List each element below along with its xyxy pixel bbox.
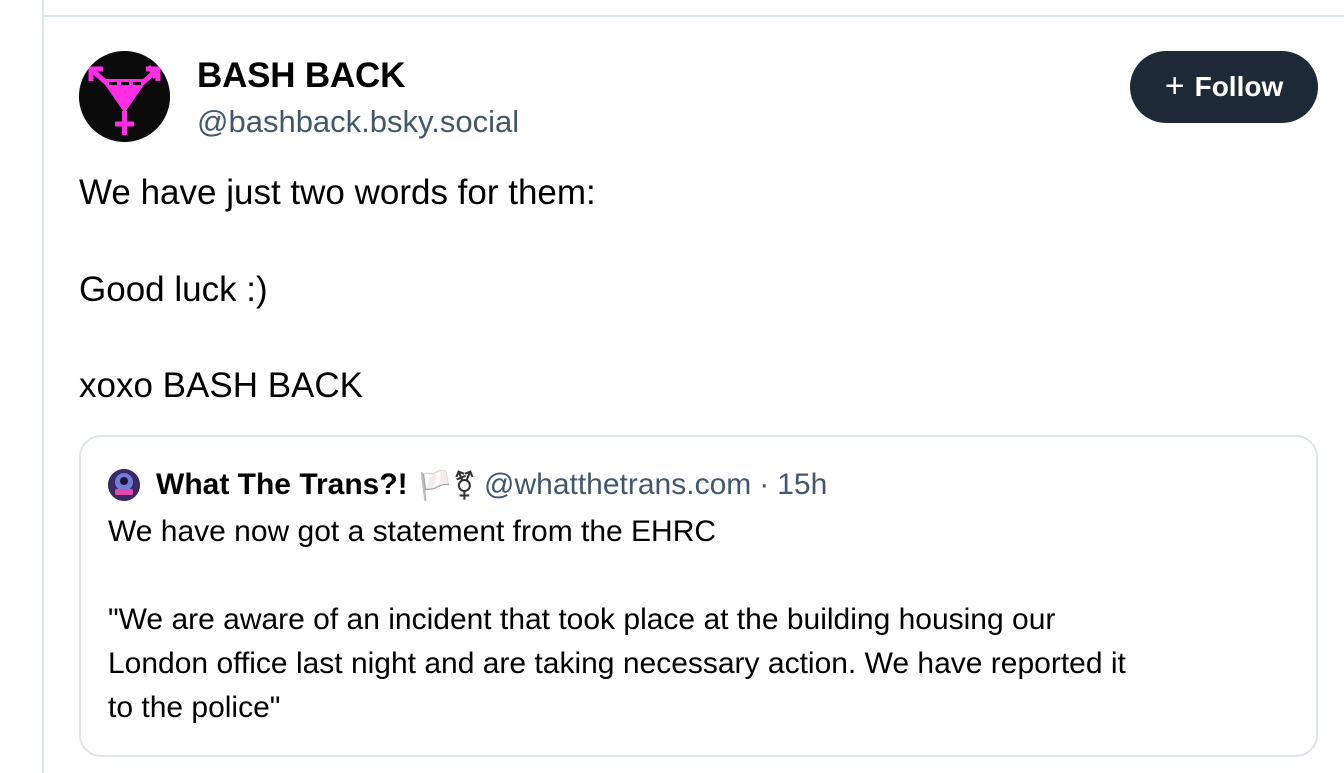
post-divider bbox=[44, 15, 1344, 17]
plus-icon: + bbox=[1164, 66, 1185, 105]
post-text-line: xoxo BASH BACK bbox=[79, 366, 363, 405]
quoted-author-handle[interactable]: @whatthetrans.com bbox=[484, 468, 751, 502]
quoted-post-card[interactable]: What The Trans?! 🏳️⚧ @whatthetrans.com ·… bbox=[79, 435, 1318, 757]
what-the-trans-avatar-icon[interactable] bbox=[108, 469, 140, 501]
post-text-line: Good luck :) bbox=[79, 270, 268, 309]
quoted-text-line: to the police" bbox=[108, 691, 281, 724]
separator-dot: · bbox=[759, 468, 770, 501]
author-display-name[interactable]: BASH BACK bbox=[197, 56, 405, 96]
quoted-author-display-name[interactable]: What The Trans?! bbox=[156, 468, 408, 502]
quoted-post-header: What The Trans?! 🏳️⚧ @whatthetrans.com ·… bbox=[108, 467, 827, 503]
quoted-text-line: "We are aware of an incident that took p… bbox=[108, 603, 1056, 636]
post-text-line: We have just two words for them: bbox=[79, 173, 596, 212]
quoted-text-line: We have now got a statement from the EHR… bbox=[108, 515, 717, 548]
follow-button[interactable]: + Follow bbox=[1130, 51, 1318, 123]
follow-button-label: Follow bbox=[1194, 71, 1284, 102]
quoted-post-timestamp[interactable]: 15h bbox=[777, 468, 827, 502]
author-handle[interactable]: @bashback.bsky.social bbox=[197, 104, 519, 140]
trans-symbol-magenta-icon bbox=[79, 51, 170, 142]
author-avatar[interactable] bbox=[79, 51, 170, 142]
quoted-text-line: London office last night and are taking … bbox=[108, 647, 1126, 680]
flag-trans-emoji: 🏳️⚧ bbox=[417, 469, 477, 501]
